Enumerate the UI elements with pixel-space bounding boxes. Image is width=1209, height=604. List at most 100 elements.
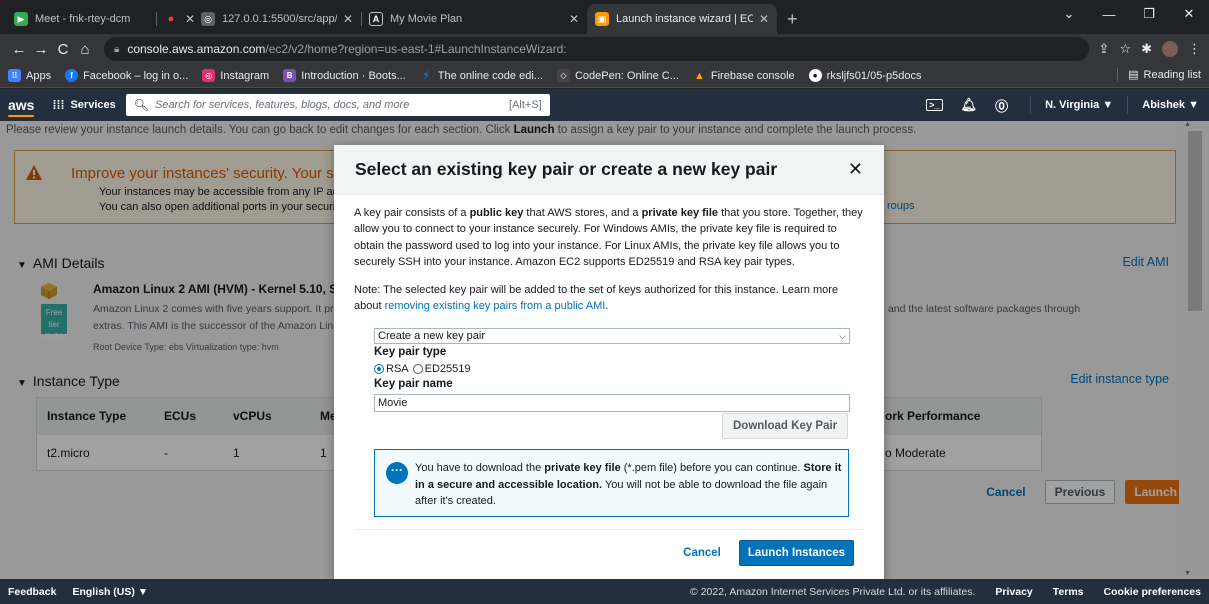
modal-description: A key pair consists of a public key that… (354, 205, 866, 315)
cloudshell-icon[interactable]: >_ (926, 99, 943, 111)
language-selector[interactable]: English (US) ▼ (72, 586, 148, 598)
bookmark-facebook[interactable]: f Facebook – log in o... (65, 69, 188, 82)
url-host: console.aws.amazon.com (127, 42, 266, 56)
bookmark-github[interactable]: ● rksljfs01/05-p5docs (808, 69, 921, 82)
privacy-link[interactable]: Privacy (995, 586, 1032, 598)
back-icon[interactable]: ← (8, 41, 30, 58)
close-window-icon[interactable]: ✕ (1169, 6, 1209, 22)
minimize-icon[interactable]: — (1089, 7, 1129, 22)
angular-icon: A (369, 12, 383, 26)
aws-search-input[interactable]: 🔍︎ Search for services, features, blogs,… (125, 94, 550, 116)
restore-icon[interactable]: ❐ (1129, 6, 1169, 22)
bookmark-label: Introduction · Boots... (301, 69, 406, 82)
close-tab-icon[interactable]: ✕ (185, 12, 195, 26)
removing-key-pairs-link[interactable]: removing existing key pairs from a publi… (385, 300, 606, 312)
tab-title: 127.0.0.1:5500/src/app/compone (222, 13, 337, 25)
modal-footer-divider (354, 529, 864, 530)
profile-avatar-icon[interactable] (1162, 41, 1178, 57)
notifications-bell-icon[interactable]: 🔔︎ (961, 97, 978, 113)
bookmark-label: Firebase console (710, 69, 795, 82)
github-icon: ● (808, 69, 822, 82)
download-key-pair-button[interactable]: Download Key Pair (722, 413, 849, 439)
bookmark-instagram[interactable]: ◎ Instagram (202, 69, 269, 82)
extensions-icon[interactable]: ✱ (1141, 41, 1152, 57)
aws-nav-right: >_ 🔔︎ ⓪ N. Virginia ▼ Abishek ▼ (926, 89, 1199, 121)
search-shortcut-hint: [Alt+S] (509, 99, 542, 111)
footer-right: © 2022, Amazon Internet Services Private… (690, 586, 1201, 598)
key-pair-modal: Select an existing key pair or create a … (334, 145, 884, 580)
new-tab-icon[interactable]: + (787, 4, 798, 34)
url-path: /ec2/v2/home?region=us-east-1#LaunchInst… (265, 42, 567, 56)
browser-tab-localhost[interactable]: ● ✕ ◎ 127.0.0.1:5500/src/app/compone ✕ (156, 4, 361, 34)
forward-icon[interactable]: → (30, 41, 52, 58)
region-selector[interactable]: N. Virginia ▼ (1045, 99, 1113, 111)
instagram-icon: ◎ (202, 69, 216, 82)
terms-link[interactable]: Terms (1053, 586, 1084, 598)
radio-label: ED25519 (424, 363, 471, 375)
tab-title: Meet - fnk-rtey-dcm (35, 13, 131, 25)
bookmark-code-editor[interactable]: ⚡ The online code edi... (420, 69, 543, 83)
toolbar-icons: ⇪ ☆ ✱ ⋮ (1099, 41, 1201, 57)
bookmark-codepen[interactable]: ◇ CodePen: Online C... (556, 69, 679, 82)
copyright-text: © 2022, Amazon Internet Services Private… (690, 585, 976, 598)
close-tab-icon[interactable]: ✕ (759, 12, 769, 26)
modal-title: Select an existing key pair or create a … (355, 159, 778, 179)
input-value: Movie (378, 397, 408, 409)
browser-tab-meet[interactable]: ▶ Meet - fnk-rtey-dcm (6, 4, 156, 34)
bookmark-label: CodePen: Online C... (574, 69, 679, 82)
key-pair-name-label: Key pair name (374, 378, 453, 390)
help-icon[interactable]: ⓪ (995, 96, 1008, 115)
reload-icon[interactable]: C (52, 41, 74, 58)
chevron-down-icon: ⌵ (839, 330, 846, 341)
reading-list-button[interactable]: ▤ Reading list (1117, 68, 1201, 81)
cookie-preferences-link[interactable]: Cookie preferences (1104, 586, 1201, 598)
feedback-link[interactable]: Feedback (8, 586, 56, 598)
share-icon[interactable]: ⇪ (1099, 41, 1110, 57)
account-menu[interactable]: Abishek ▼ (1142, 99, 1199, 111)
radio-ed25519[interactable] (412, 364, 423, 374)
facebook-icon: f (65, 69, 79, 82)
lock-icon: 🔒︎ (114, 43, 120, 55)
tab-title: Launch instance wizard | EC2 Ma (616, 13, 753, 25)
home-icon[interactable]: ⌂ (74, 41, 96, 58)
key-pair-option-select[interactable]: Create a new key pair ⌵ (374, 328, 850, 344)
aws-cube-icon: ▣ (595, 12, 609, 26)
launch-instances-button[interactable]: Launch Instances (738, 540, 854, 566)
key-pair-name-input[interactable]: Movie (374, 394, 850, 412)
close-icon[interactable]: ✕ (848, 159, 863, 180)
bookmark-bootstrap[interactable]: B Introduction · Boots... (283, 69, 406, 82)
modal-buttons: Cancel Launch Instances (675, 540, 854, 566)
browser-tab-movie-plan[interactable]: A My Movie Plan ✕ (361, 4, 587, 34)
download-info-alert: ··· You have to download the private key… (374, 449, 849, 517)
aws-console-nav: aws ⁞⁞⁞ Services 🔍︎ Search for services,… (0, 89, 1209, 121)
window-controls: ⌄ — ❐ ✕ (1049, 0, 1209, 28)
bookmark-label: Apps (26, 69, 52, 82)
radio-rsa[interactable] (374, 364, 384, 374)
text: that AWS stores, and a (523, 207, 642, 219)
close-tab-icon[interactable]: ✕ (343, 12, 353, 26)
search-icon: 🔍︎ (133, 98, 149, 112)
text: . (605, 300, 609, 313)
tab-search-icon[interactable]: ⌄ (1049, 6, 1089, 22)
menu-dots-icon[interactable]: ⋮ (1188, 41, 1201, 57)
text: A key pair consists of a (354, 207, 470, 219)
search-placeholder: Search for services, features, blogs, do… (154, 99, 410, 111)
bookmark-firebase[interactable]: ▲ Firebase console (693, 69, 795, 82)
text: (*.pem file) before you can continue. (620, 462, 804, 474)
globe-icon: ◎ (201, 12, 216, 26)
record-icon: ● (167, 13, 175, 25)
address-bar[interactable]: 🔒︎ console.aws.amazon.com/ec2/v2/home?re… (104, 37, 1089, 61)
close-tab-icon[interactable]: ✕ (569, 12, 579, 26)
bookmark-apps[interactable]: ⁞⁞ Apps (8, 69, 51, 82)
meet-icon: ▶ (14, 12, 28, 26)
text-bold: private key file (544, 462, 621, 474)
lightning-icon: ⚡ (422, 70, 431, 82)
reading-list-label: Reading list (1143, 68, 1201, 81)
bookmark-label: Instagram (220, 69, 270, 82)
bookmark-star-icon[interactable]: ☆ (1119, 41, 1131, 57)
modal-cancel-button[interactable]: Cancel (675, 540, 729, 566)
bookmark-label: Facebook – log in o... (83, 69, 189, 82)
services-menu-button[interactable]: ⁞⁞⁞ Services (52, 98, 115, 112)
browser-tab-launch-wizard[interactable]: ▣ Launch instance wizard | EC2 Ma ✕ (587, 4, 777, 34)
aws-logo[interactable]: aws (8, 97, 35, 117)
